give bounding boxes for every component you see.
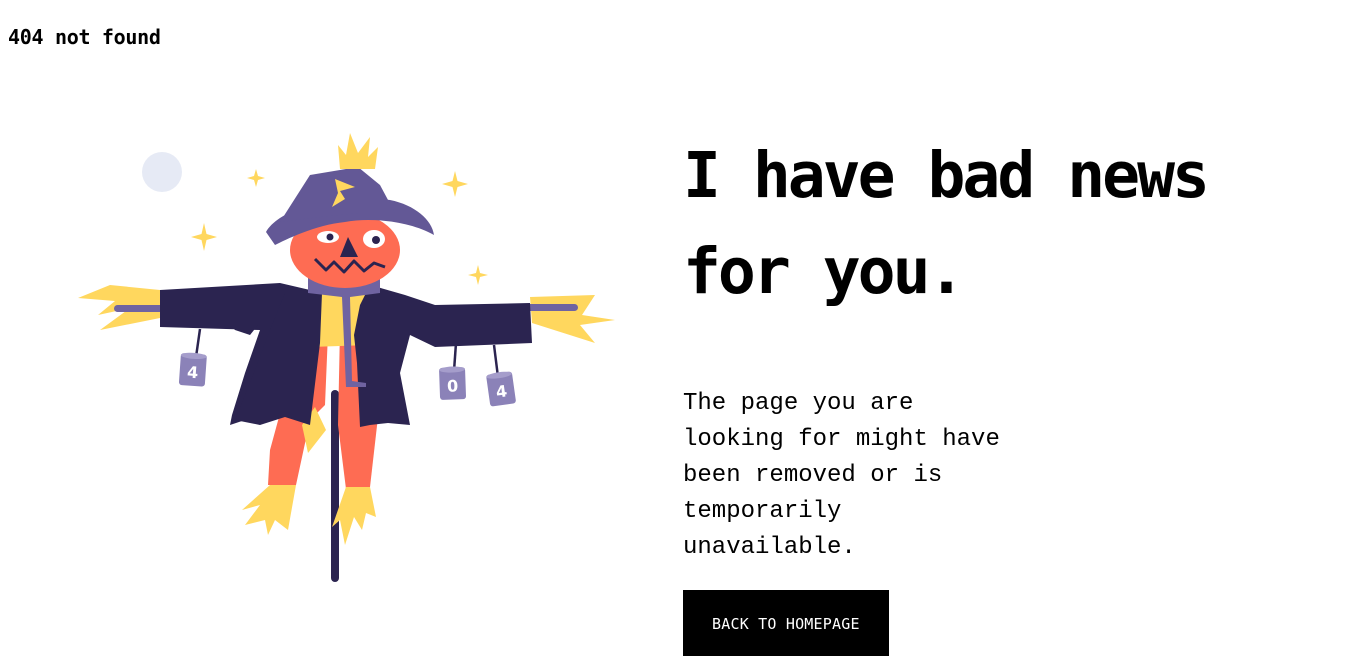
sparkle-icon	[191, 223, 217, 251]
coat-right	[354, 285, 532, 427]
can-4-right: 4	[486, 371, 516, 407]
error-message: The page you are looking for might have …	[683, 390, 1000, 561]
can-label: 0	[447, 376, 459, 395]
right-hand-straw	[530, 295, 615, 343]
can-0: 0	[439, 366, 466, 400]
left-foot-straw	[242, 485, 296, 535]
sparkle-icon	[442, 171, 468, 197]
error-content: I have bad news for you. The page you ar…	[683, 128, 1343, 656]
can-4-left: 4	[178, 352, 207, 387]
back-to-homepage-button[interactable]: BACK TO HOMEPAGE	[683, 590, 889, 656]
moon-icon	[142, 152, 182, 192]
site-title: 404 not found	[8, 25, 161, 49]
hat-straw	[338, 133, 378, 169]
sparkle-icon	[247, 169, 265, 187]
scarecrow-illustration: 4 0 4	[70, 125, 620, 590]
headline: I have bad news for you.	[683, 139, 1210, 308]
pole	[331, 390, 339, 582]
scarecrow-svg: 4 0 4	[78, 133, 615, 582]
error-page: 404 not found 4 0 4 I have bad news for …	[0, 0, 1366, 656]
sparkle-icon	[468, 265, 488, 285]
can-label: 4	[186, 362, 198, 382]
